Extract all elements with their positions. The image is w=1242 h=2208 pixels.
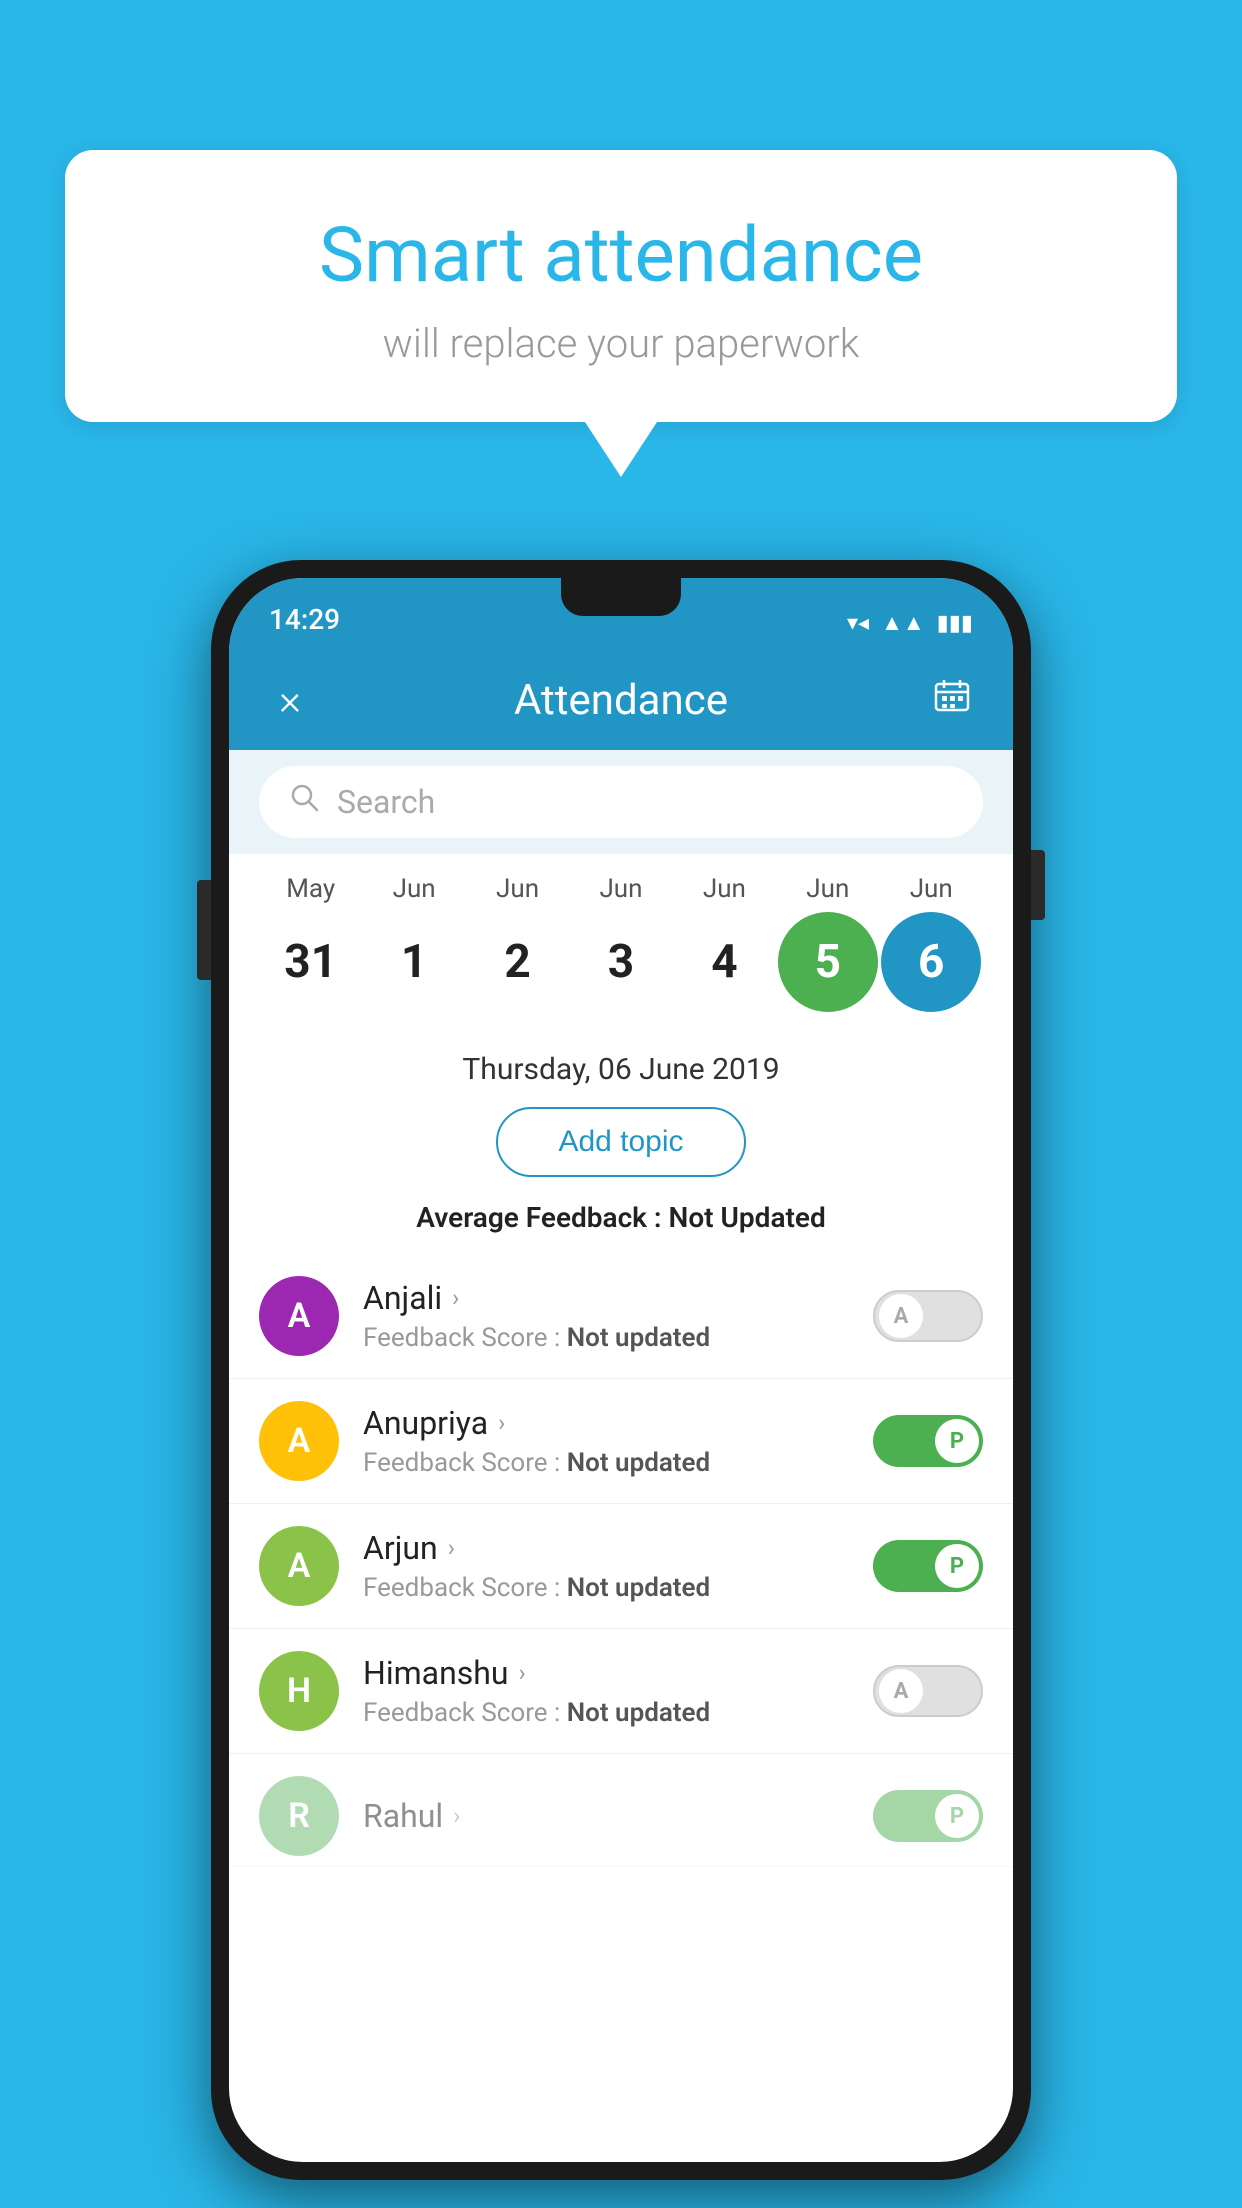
add-topic-container: Add topic <box>229 1097 1013 1193</box>
toggle-anupriya[interactable]: P <box>873 1415 983 1467</box>
app-header: × Attendance <box>229 650 1013 750</box>
list-item[interactable]: R Rahul › P <box>229 1754 1013 1867</box>
list-item[interactable]: A Anjali › Feedback Score : Not updated … <box>229 1254 1013 1379</box>
avatar-arjun: A <box>259 1526 339 1606</box>
toggle-circle-himanshu: A <box>879 1669 923 1713</box>
toggle-circle-anupriya: P <box>935 1419 979 1463</box>
list-item[interactable]: H Himanshu › Feedback Score : Not update… <box>229 1629 1013 1754</box>
chevron-icon: › <box>519 1659 526 1687</box>
toggle-himanshu[interactable]: A <box>873 1665 983 1717</box>
list-item[interactable]: A Anupriya › Feedback Score : Not update… <box>229 1379 1013 1504</box>
avatar-anjali: A <box>259 1276 339 1356</box>
date-label: Thursday, 06 June 2019 <box>229 1038 1013 1097</box>
chevron-icon: › <box>498 1409 505 1437</box>
cal-date-3[interactable]: 3 <box>571 912 671 1012</box>
close-button[interactable]: × <box>265 676 315 725</box>
avatar-anupriya: A <box>259 1401 339 1481</box>
phone-outer: 14:29 ▾◂ ▲▲ ▮▮▮ × Attendance <box>211 560 1031 2180</box>
cal-month-3: Jun <box>571 874 671 904</box>
cal-date-2[interactable]: 2 <box>468 912 568 1012</box>
speech-bubble: Smart attendance will replace your paper… <box>65 150 1177 422</box>
speech-bubble-container: Smart attendance will replace your paper… <box>65 150 1177 422</box>
header-title: Attendance <box>345 676 897 725</box>
feedback-score-himanshu: Feedback Score : Not updated <box>363 1698 873 1728</box>
toggle-anjali[interactable]: A <box>873 1290 983 1342</box>
cal-date-1[interactable]: 1 <box>364 912 464 1012</box>
list-item[interactable]: A Arjun › Feedback Score : Not updated P <box>229 1504 1013 1629</box>
add-topic-button[interactable]: Add topic <box>496 1107 745 1177</box>
student-list: A Anjali › Feedback Score : Not updated … <box>229 1254 1013 1867</box>
search-bar[interactable]: Search <box>259 766 983 838</box>
student-name-anjali: Anjali › <box>363 1279 873 1317</box>
battery-icon: ▮▮▮ <box>937 611 973 636</box>
wifi-icon: ▾◂ <box>847 611 869 636</box>
toggle-circle-arjun: P <box>935 1544 979 1588</box>
calendar-months: May Jun Jun Jun Jun Jun Jun <box>249 874 993 904</box>
student-name-last: Rahul › <box>363 1797 873 1835</box>
student-name-anupriya: Anupriya › <box>363 1404 873 1442</box>
calendar-dates: 31 1 2 3 4 5 6 <box>249 904 993 1028</box>
status-time: 14:29 <box>269 603 340 636</box>
cal-date-6[interactable]: 6 <box>881 912 981 1012</box>
chevron-icon: › <box>453 1802 460 1830</box>
toggle-last[interactable]: P <box>873 1790 983 1842</box>
cal-date-4[interactable]: 4 <box>674 912 774 1012</box>
avg-feedback: Average Feedback : Not Updated <box>229 1193 1013 1254</box>
chevron-icon: › <box>452 1284 459 1312</box>
cal-month-6: Jun <box>881 874 981 904</box>
speech-bubble-subtitle: will replace your paperwork <box>145 320 1097 367</box>
search-icon <box>289 782 321 822</box>
cal-month-4: Jun <box>674 874 774 904</box>
avatar-last: R <box>259 1776 339 1856</box>
notch <box>561 578 681 616</box>
cal-date-5[interactable]: 5 <box>778 912 878 1012</box>
speech-bubble-title: Smart attendance <box>145 210 1097 300</box>
chevron-icon: › <box>448 1534 455 1562</box>
phone-screen: 14:29 ▾◂ ▲▲ ▮▮▮ × Attendance <box>229 578 1013 2162</box>
toggle-circle-anjali: A <box>879 1294 923 1338</box>
status-icons: ▾◂ ▲▲ ▮▮▮ <box>847 610 973 636</box>
calendar-icon[interactable] <box>927 678 977 723</box>
cal-month-2: Jun <box>468 874 568 904</box>
student-name-himanshu: Himanshu › <box>363 1654 873 1692</box>
student-info-arjun: Arjun › Feedback Score : Not updated <box>363 1529 873 1603</box>
avg-feedback-value: Not Updated <box>669 1201 826 1234</box>
search-placeholder: Search <box>337 783 435 821</box>
search-bar-container: Search <box>229 750 1013 854</box>
student-info-anjali: Anjali › Feedback Score : Not updated <box>363 1279 873 1353</box>
student-name-arjun: Arjun › <box>363 1529 873 1567</box>
avatar-himanshu: H <box>259 1651 339 1731</box>
avg-feedback-label: Average Feedback : <box>416 1201 668 1234</box>
feedback-score-anjali: Feedback Score : Not updated <box>363 1323 873 1353</box>
toggle-arjun[interactable]: P <box>873 1540 983 1592</box>
feedback-score-anupriya: Feedback Score : Not updated <box>363 1448 873 1478</box>
cal-month-0: May <box>261 874 361 904</box>
cal-month-1: Jun <box>364 874 464 904</box>
signal-icon: ▲▲ <box>881 610 925 636</box>
calendar-strip: May Jun Jun Jun Jun Jun Jun 31 1 2 3 4 5… <box>229 854 1013 1038</box>
feedback-score-arjun: Feedback Score : Not updated <box>363 1573 873 1603</box>
student-info-last: Rahul › <box>363 1797 873 1835</box>
cal-date-31[interactable]: 31 <box>261 912 361 1012</box>
phone-container: 14:29 ▾◂ ▲▲ ▮▮▮ × Attendance <box>211 560 1031 2180</box>
cal-month-5: Jun <box>778 874 878 904</box>
toggle-circle-last: P <box>935 1794 979 1838</box>
student-info-anupriya: Anupriya › Feedback Score : Not updated <box>363 1404 873 1478</box>
student-info-himanshu: Himanshu › Feedback Score : Not updated <box>363 1654 873 1728</box>
